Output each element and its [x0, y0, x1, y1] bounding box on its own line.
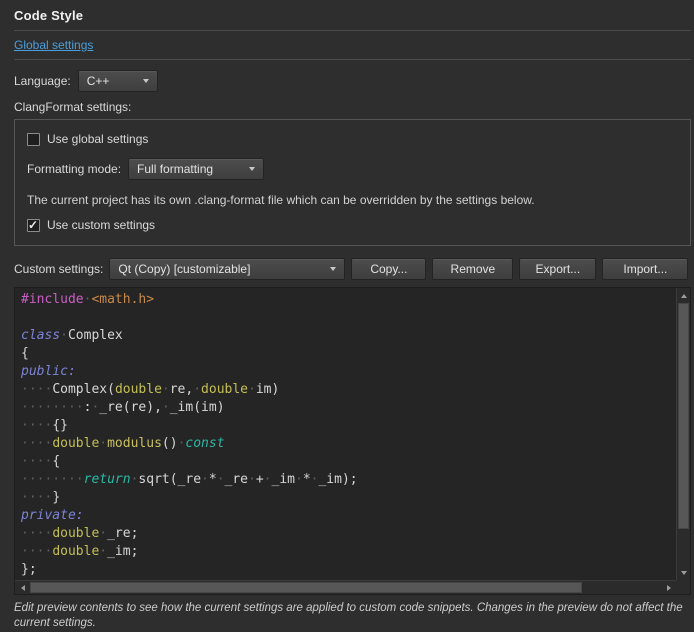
formatting-mode-row: Formatting mode: Full formatting: [27, 158, 678, 180]
language-value: C++: [87, 74, 131, 88]
code-line: };: [21, 561, 676, 579]
language-row: Language: C++: [14, 70, 691, 92]
code-line: ····}: [21, 489, 676, 507]
custom-settings-value: Qt (Copy) [customizable]: [118, 262, 318, 276]
code-line: class·Complex: [21, 327, 676, 345]
clang-format-file-note: The current project has its own .clang-f…: [27, 193, 678, 207]
copy-button[interactable]: Copy...: [351, 258, 426, 280]
code-content[interactable]: #include·<math.h> class·Complex{public:·…: [15, 288, 676, 580]
chevron-down-icon: [249, 167, 255, 171]
page-title: Code Style: [14, 8, 691, 23]
title-separator: [14, 30, 691, 31]
vertical-scrollbar-thumb[interactable]: [678, 303, 689, 529]
clangformat-group-label: ClangFormat settings:: [14, 100, 691, 114]
code-line: #include·<math.h>: [21, 291, 676, 309]
remove-button[interactable]: Remove: [432, 258, 513, 280]
code-preview-editor[interactable]: #include·<math.h> class·Complex{public:·…: [14, 287, 691, 595]
custom-settings-label: Custom settings:: [14, 262, 103, 276]
code-line: private:: [21, 507, 676, 525]
export-button[interactable]: Export...: [519, 258, 596, 280]
use-custom-settings-checkbox[interactable]: [27, 219, 40, 232]
formatting-mode-combobox[interactable]: Full formatting: [128, 158, 264, 180]
code-line: ····double·_im;: [21, 543, 676, 561]
global-settings-link[interactable]: Global settings: [14, 38, 93, 52]
code-line: ····{: [21, 453, 676, 471]
section-separator: [14, 59, 691, 60]
global-settings-row: Global settings: [14, 38, 691, 52]
use-custom-settings-label[interactable]: Use custom settings: [47, 218, 155, 232]
formatting-mode-label: Formatting mode:: [27, 162, 121, 176]
language-label: Language:: [14, 74, 71, 88]
vertical-scrollbar[interactable]: [676, 288, 690, 580]
use-global-settings-label[interactable]: Use global settings: [47, 132, 148, 146]
horizontal-scrollbar-thumb[interactable]: [30, 582, 582, 593]
chevron-down-icon: [143, 79, 149, 83]
preview-help-note: Edit preview contents to see how the cur…: [14, 601, 686, 631]
scroll-up-button[interactable]: [677, 289, 690, 302]
arrow-right-icon: [667, 585, 671, 591]
language-combobox[interactable]: C++: [78, 70, 158, 92]
scroll-right-button[interactable]: [662, 581, 675, 594]
code-line: public:: [21, 363, 676, 381]
code-line: {: [21, 345, 676, 363]
code-style-settings-page: Code Style Global settings Language: C++…: [0, 0, 694, 631]
clangformat-groupbox: Use global settings Formatting mode: Ful…: [14, 119, 691, 246]
import-button[interactable]: Import...: [602, 258, 688, 280]
horizontal-scrollbar[interactable]: [15, 580, 676, 594]
scroll-left-button[interactable]: [16, 581, 29, 594]
use-global-settings-checkbox[interactable]: [27, 133, 40, 146]
code-line: ········return·sqrt(_re·*·_re·+·_im·*·_i…: [21, 471, 676, 489]
custom-settings-row: Custom settings: Qt (Copy) [customizable…: [14, 258, 691, 280]
scrollbar-corner: [676, 580, 690, 594]
formatting-mode-value: Full formatting: [137, 162, 237, 176]
code-line: ····{}: [21, 417, 676, 435]
code-line: ········:·_re(re),·_im(im): [21, 399, 676, 417]
custom-settings-combobox[interactable]: Qt (Copy) [customizable]: [109, 258, 345, 280]
use-custom-settings-row[interactable]: Use custom settings: [27, 218, 678, 232]
arrow-down-icon: [681, 571, 687, 575]
scroll-down-button[interactable]: [677, 566, 690, 579]
use-global-settings-row[interactable]: Use global settings: [27, 132, 678, 146]
code-line: ····Complex(double·re,·double·im): [21, 381, 676, 399]
arrow-left-icon: [21, 585, 25, 591]
code-line: ····double·modulus()·const: [21, 435, 676, 453]
code-line: [21, 309, 676, 327]
code-line: ····double·_re;: [21, 525, 676, 543]
arrow-up-icon: [681, 294, 687, 298]
chevron-down-icon: [330, 267, 336, 271]
